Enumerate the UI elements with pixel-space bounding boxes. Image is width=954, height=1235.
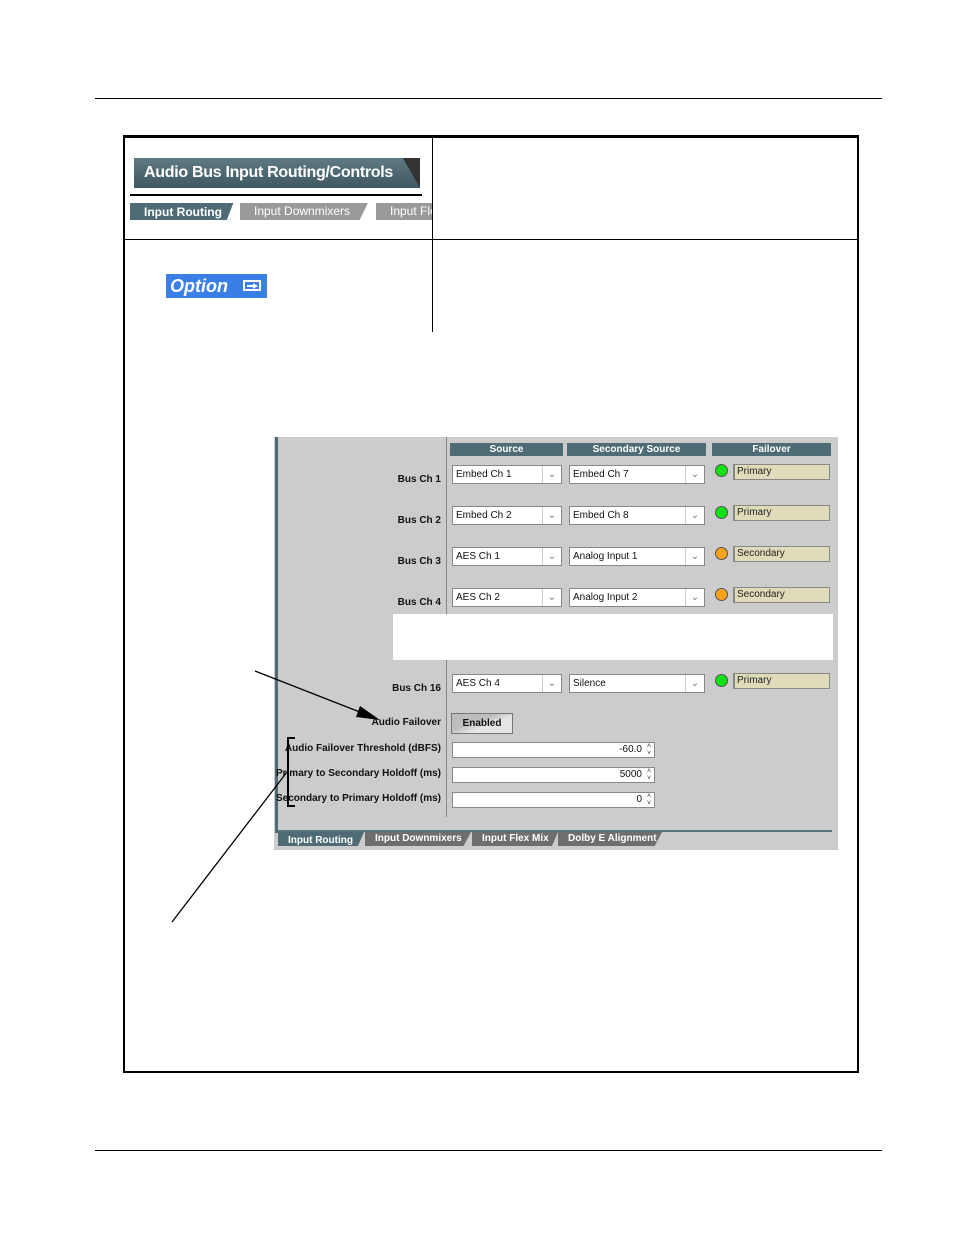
- failover-led-icon: [715, 547, 728, 560]
- bus-ch-2-label: Bus Ch 2: [397, 515, 441, 526]
- failover-led-icon: [715, 464, 728, 477]
- primary-to-secondary-holdoff-spinner[interactable]: 5000 ˄ ˅: [452, 767, 655, 783]
- spinner-arrows-icon[interactable]: ˄ ˅: [645, 768, 653, 782]
- holdoff-value: 5000: [619, 769, 642, 780]
- bus-ch-4-label: Bus Ch 4: [397, 597, 441, 608]
- header-tab-input-downmixers[interactable]: Input Downmixers: [240, 203, 368, 220]
- header-tab-strip: Input Routing Input Downmixers Input Fle: [130, 203, 432, 221]
- source-value: AES Ch 1: [456, 551, 500, 562]
- bus-ch-3-failover-status: Secondary: [733, 546, 830, 562]
- bottom-tab-dolby-e-alignment[interactable]: Dolby E Alignment: [558, 832, 662, 846]
- chevron-down-icon[interactable]: ⌄: [685, 589, 704, 606]
- header-tab-input-flex[interactable]: Input Fle: [376, 203, 432, 220]
- spinner-arrows-icon[interactable]: ˄ ˅: [645, 743, 653, 757]
- chevron-down-icon[interactable]: ⌄: [685, 466, 704, 483]
- failover-threshold-spinner[interactable]: -60.0 ˄ ˅: [452, 742, 655, 758]
- source-value: AES Ch 2: [456, 592, 500, 603]
- bus-ch-3-label: Bus Ch 3: [397, 556, 441, 567]
- chevron-down-icon[interactable]: ⌄: [685, 507, 704, 524]
- holdoff-value: 0: [636, 794, 642, 805]
- bus-ch-4-secondary-select[interactable]: Analog Input 2 ⌄: [569, 588, 705, 607]
- bus-ch-2-failover-status: Primary: [733, 505, 830, 521]
- audio-failover-toggle-button[interactable]: Enabled: [451, 713, 513, 734]
- bus-ch-16-failover-status: Primary: [733, 673, 830, 689]
- secondary-value: Embed Ch 7: [573, 469, 629, 480]
- bus-ch-16-label: Bus Ch 16: [392, 683, 441, 694]
- chevron-down-icon[interactable]: ⌄: [685, 675, 704, 692]
- chevron-down-icon[interactable]: ⌄: [542, 675, 561, 692]
- bus-ch-2-secondary-select[interactable]: Embed Ch 8 ⌄: [569, 506, 705, 525]
- bus-ch-16-source-select[interactable]: AES Ch 4 ⌄: [452, 674, 562, 693]
- chevron-down-icon[interactable]: ⌄: [685, 548, 704, 565]
- source-value: Embed Ch 1: [456, 469, 512, 480]
- secondary-to-primary-holdoff-label: Secondary to Primary Holdoff (ms): [275, 793, 441, 804]
- source-value: Embed Ch 2: [456, 510, 512, 521]
- header-underline: [130, 194, 422, 196]
- table-row-divider: [124, 239, 858, 240]
- secondary-value: Analog Input 2: [573, 592, 638, 603]
- bus-ch-4-source-select[interactable]: AES Ch 2 ⌄: [452, 588, 562, 607]
- column-header-source: Source: [450, 443, 563, 456]
- chevron-down-icon[interactable]: ⌄: [542, 589, 561, 606]
- secondary-value: Silence: [573, 678, 606, 689]
- page-bottom-rule: [95, 1150, 882, 1151]
- bus-ch-1-label: Bus Ch 1: [397, 474, 441, 485]
- option-label: Option: [170, 276, 228, 296]
- bus-ch-3-secondary-select[interactable]: Analog Input 1 ⌄: [569, 547, 705, 566]
- failover-led-icon: [715, 506, 728, 519]
- header-tab-input-routing[interactable]: Input Routing: [130, 203, 234, 220]
- chevron-down-icon[interactable]: ⌄: [542, 548, 561, 565]
- bus-ch-1-secondary-select[interactable]: Embed Ch 7 ⌄: [569, 465, 705, 484]
- secondary-value: Analog Input 1: [573, 551, 638, 562]
- spinner-arrows-icon[interactable]: ˄ ˅: [645, 793, 653, 807]
- source-value: AES Ch 4: [456, 678, 500, 689]
- bottom-tab-input-routing[interactable]: Input Routing: [278, 832, 364, 846]
- bus-ch-2-source-select[interactable]: Embed Ch 2 ⌄: [452, 506, 562, 525]
- failover-led-icon: [715, 588, 728, 601]
- failover-threshold-label: Audio Failover Threshold (dBFS): [284, 743, 441, 754]
- bus-ch-1-failover-status: Primary: [733, 464, 830, 480]
- elided-rows-gap: [393, 614, 833, 660]
- bus-ch-4-failover-status: Secondary: [733, 587, 830, 603]
- header-banner-title: Audio Bus Input Routing/Controls: [134, 158, 420, 188]
- settings-bracket-callout: [287, 737, 295, 807]
- primary-to-secondary-holdoff-label: Primary to Secondary Holdoff (ms): [275, 768, 441, 779]
- column-header-failover: Failover: [712, 443, 831, 456]
- threshold-value: -60.0: [619, 744, 642, 755]
- panel-bottom-border: [278, 830, 832, 832]
- bus-ch-3-source-select[interactable]: AES Ch 1 ⌄: [452, 547, 562, 566]
- page-top-rule: [95, 98, 882, 99]
- bottom-tab-input-flex-mix[interactable]: Input Flex Mix: [472, 832, 558, 846]
- option-arrow-icon: [243, 280, 261, 291]
- bus-ch-1-source-select[interactable]: Embed Ch 1 ⌄: [452, 465, 562, 484]
- bottom-tab-input-downmixers[interactable]: Input Downmixers: [365, 832, 471, 846]
- secondary-value: Embed Ch 8: [573, 510, 629, 521]
- bus-ch-16-secondary-select[interactable]: Silence ⌄: [569, 674, 705, 693]
- chevron-down-icon[interactable]: ⌄: [542, 507, 561, 524]
- table-column-divider: [432, 137, 433, 332]
- chevron-down-icon[interactable]: ⌄: [542, 466, 561, 483]
- secondary-to-primary-holdoff-spinner[interactable]: 0 ˄ ˅: [452, 792, 655, 808]
- failover-led-icon: [715, 674, 728, 687]
- option-badge: Option: [166, 274, 267, 298]
- audio-failover-label: Audio Failover: [371, 717, 441, 728]
- column-header-secondary-source: Secondary Source: [567, 443, 706, 456]
